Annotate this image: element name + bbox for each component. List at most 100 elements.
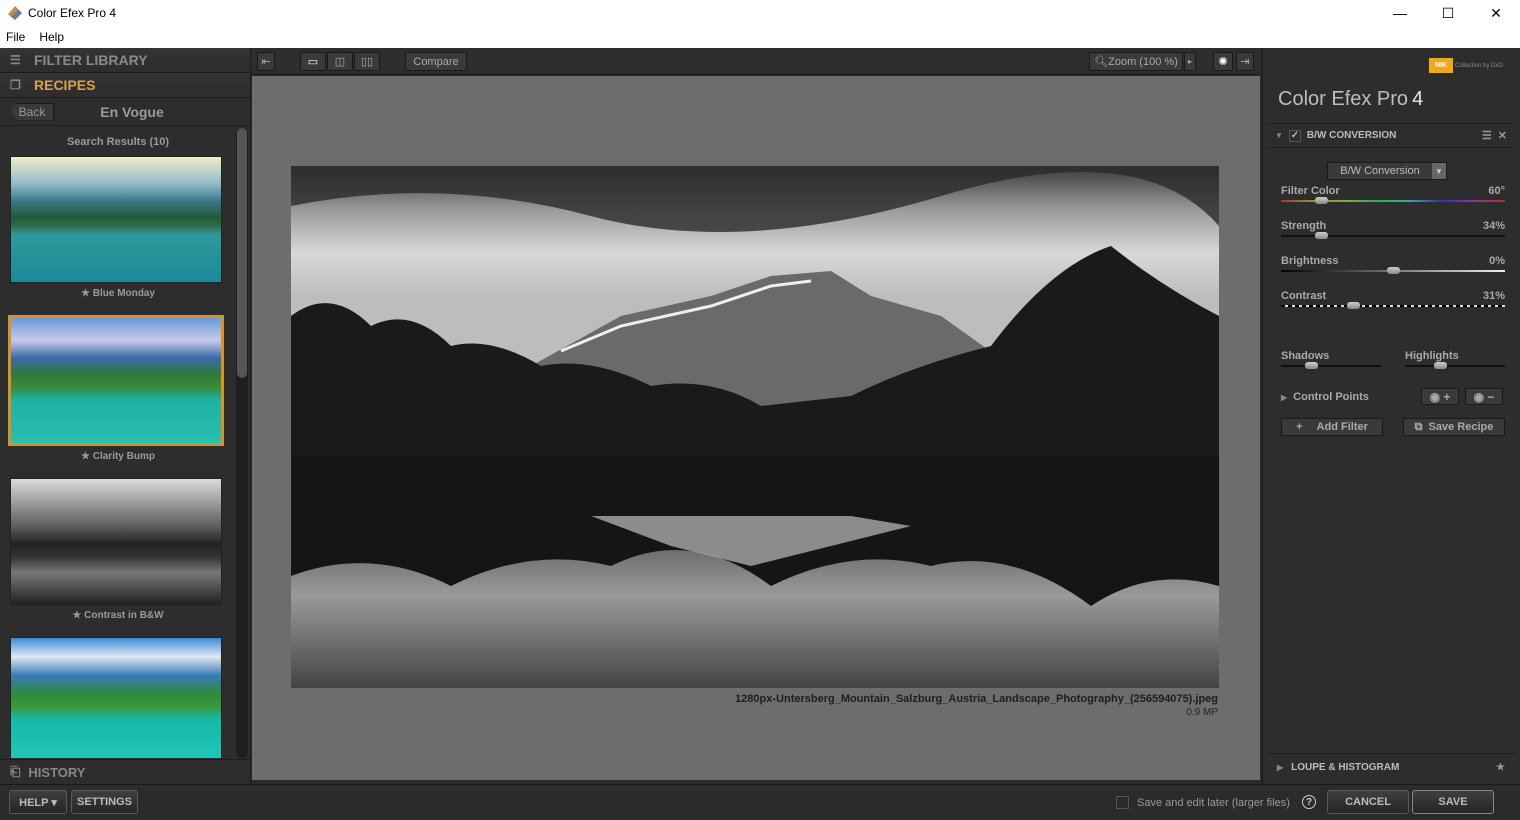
- slider-handle[interactable]: [1434, 362, 1447, 369]
- nik-collection-logo: NIK Collection by DxO: [1429, 58, 1503, 73]
- app-title: Color Efex Pro 4: [1278, 88, 1424, 110]
- preview-image[interactable]: [291, 166, 1219, 688]
- split-view-button[interactable]: ◫: [327, 52, 353, 71]
- slider-highlights[interactable]: Highlights: [1405, 350, 1505, 380]
- chevron-down-icon: ▼: [1432, 163, 1446, 179]
- recipes-header[interactable]: ❐ RECIPES: [0, 73, 250, 98]
- bottom-bar: HELP ▾ SETTINGS Save and edit later (lar…: [0, 784, 1520, 820]
- zoom-button[interactable]: 🔍︎ Zoom (100 %): [1089, 52, 1183, 71]
- filter-header: ▼ ✓ B/W CONVERSION ☰ ✕: [1267, 123, 1515, 148]
- recipe-results: Search Results (10) ★ Blue Monday ★ Clar…: [0, 128, 236, 758]
- side-by-side-icon: ▯▯: [360, 56, 374, 68]
- cancel-button[interactable]: CANCEL: [1327, 790, 1409, 814]
- app-logo-icon: [8, 6, 22, 20]
- close-button[interactable]: ✕: [1472, 0, 1520, 26]
- control-points-row: ▶ Control Points ◉ + ◉ −: [1281, 388, 1505, 406]
- filter-library-label: FILTER LIBRARY: [34, 52, 148, 68]
- window-title: Color Efex Pro 4: [28, 6, 117, 20]
- file-megapixels: 0.9 MP: [1186, 707, 1218, 718]
- help-question-icon[interactable]: ?: [1302, 795, 1316, 809]
- slider-handle[interactable]: [1346, 302, 1360, 309]
- split-view-icon: ◫: [334, 56, 346, 68]
- recipe-icon: ⧉: [1414, 420, 1423, 433]
- right-panel: NIK Collection by DxO Color Efex Pro 4 ▼ …: [1262, 48, 1520, 784]
- history-header[interactable]: ⎗ HISTORY: [0, 759, 251, 784]
- slider-handle[interactable]: [1315, 232, 1329, 239]
- slider-handle[interactable]: [1387, 267, 1400, 274]
- category-title: En Vogue: [100, 103, 164, 120]
- file-name: 1280px-Untersberg_Mountain_Salzburg_Aust…: [735, 693, 1218, 705]
- recipe-label: ★ Clarity Bump: [81, 451, 155, 462]
- magnifier-icon: 🔍︎: [1094, 56, 1109, 68]
- bulb-icon: ✺: [1218, 56, 1228, 68]
- single-view-button[interactable]: ▭: [300, 52, 326, 71]
- hide-left-panel-button[interactable]: ⇤: [257, 52, 275, 71]
- help-dropdown-button[interactable]: HELP ▾: [9, 790, 67, 814]
- expand-triangle-icon[interactable]: ▶: [1281, 393, 1287, 402]
- add-control-point-button[interactable]: ◉ +: [1421, 388, 1459, 405]
- save-later-label: Save and edit later (larger files): [1137, 796, 1290, 809]
- back-button[interactable]: Back: [10, 102, 54, 121]
- filter-enable-checkbox[interactable]: ✓: [1288, 129, 1301, 142]
- history-icon: ⎗: [10, 764, 21, 779]
- panel-toggle-icon: ⇤: [261, 56, 271, 68]
- slider-filter-color[interactable]: Filter Color 60°: [1281, 185, 1505, 215]
- slider-handle[interactable]: [1305, 362, 1318, 369]
- control-point-add-icon: ◉ +: [1429, 389, 1451, 404]
- slider-strength[interactable]: Strength 34%: [1281, 220, 1505, 250]
- recipe-thumbnail-selected[interactable]: [8, 315, 224, 446]
- save-later-checkbox[interactable]: [1116, 796, 1129, 809]
- add-filter-button[interactable]: + Add Filter: [1281, 418, 1383, 436]
- zoom-arrow-button[interactable]: ▸: [1184, 52, 1196, 71]
- single-view-icon: ▭: [307, 56, 319, 68]
- remove-filter-icon[interactable]: ✕: [1498, 129, 1507, 142]
- slider-shadows[interactable]: Shadows: [1281, 350, 1381, 380]
- recipes-icon: ❐: [10, 78, 21, 92]
- bw-landscape-photo: [291, 166, 1219, 688]
- list-icon: ☰: [10, 53, 21, 67]
- recipes-scrollbar[interactable]: [236, 128, 248, 758]
- pin-icon[interactable]: ★: [1496, 762, 1505, 773]
- history-label: HISTORY: [28, 764, 86, 780]
- side-by-side-button[interactable]: ▯▯: [354, 52, 380, 71]
- preview-toolbar: ⇤ ▭ ◫ ▯▯ Compare 🔍︎ Zoom (100 %) ▸ ✺ ⇥: [252, 48, 1260, 75]
- control-points-label: Control Points: [1293, 391, 1369, 403]
- recipe-thumbnail[interactable]: [10, 156, 222, 283]
- settings-button[interactable]: SETTINGS: [71, 790, 138, 814]
- slider-brightness[interactable]: Brightness 0%: [1281, 255, 1505, 285]
- maximize-button[interactable]: ☐: [1424, 0, 1472, 26]
- save-recipe-button[interactable]: ⧉ Save Recipe: [1403, 418, 1505, 436]
- hide-right-panel-button[interactable]: ⇥: [1236, 52, 1254, 71]
- expand-triangle-icon: ▶: [1277, 762, 1284, 772]
- compare-button[interactable]: Compare: [405, 52, 467, 71]
- panel-toggle-icon: ⇥: [1240, 56, 1250, 68]
- save-button[interactable]: SAVE: [1412, 790, 1494, 814]
- plus-icon: +: [1296, 421, 1303, 433]
- save-later-option[interactable]: Save and edit later (larger files): [1116, 796, 1290, 809]
- loupe-label: LOUPE & HISTOGRAM: [1291, 761, 1400, 773]
- scrollbar-thumb[interactable]: [237, 128, 247, 378]
- preview-canvas: 1280px-Untersberg_Mountain_Salzburg_Aust…: [252, 76, 1260, 780]
- filter-menu-icon[interactable]: ☰: [1482, 129, 1492, 142]
- control-point-remove-icon: ◉ −: [1473, 389, 1495, 404]
- slider-handle[interactable]: [1315, 197, 1329, 204]
- recipe-label: ★ Contrast in B&W: [72, 610, 164, 621]
- recipe-thumbnail[interactable]: [10, 637, 222, 758]
- menu-file[interactable]: File: [6, 30, 25, 44]
- minimize-button[interactable]: —: [1376, 0, 1424, 26]
- preset-dropdown[interactable]: B/W Conversion ▼: [1327, 162, 1447, 180]
- collapse-triangle-icon[interactable]: ▼: [1275, 131, 1283, 140]
- loupe-histogram-header[interactable]: ▶ LOUPE & HISTOGRAM ★: [1267, 753, 1515, 780]
- recipe-label: ★ Blue Monday: [81, 288, 155, 299]
- recipes-label: RECIPES: [34, 77, 96, 93]
- menu-help[interactable]: Help: [39, 30, 64, 44]
- filter-library-header[interactable]: ☰ FILTER LIBRARY: [0, 48, 250, 73]
- filter-name: B/W CONVERSION: [1306, 130, 1397, 141]
- background-light-button[interactable]: ✺: [1213, 52, 1233, 71]
- recipe-thumbnail[interactable]: [10, 478, 222, 605]
- remove-control-point-button[interactable]: ◉ −: [1465, 388, 1503, 405]
- title-bar: Color Efex Pro 4 — ☐ ✕: [0, 0, 1520, 26]
- slider-contrast[interactable]: Contrast 31%: [1281, 290, 1505, 320]
- menu-bar: File Help: [0, 26, 1520, 48]
- left-panel: ☰ FILTER LIBRARY ❐ RECIPES Back En Vogue…: [0, 48, 251, 784]
